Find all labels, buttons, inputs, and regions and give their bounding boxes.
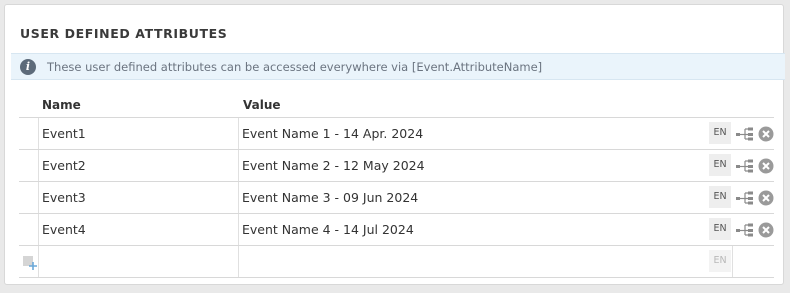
remove-circle-icon[interactable] — [758, 158, 774, 174]
name-text: Event4 — [42, 222, 86, 237]
language-button[interactable]: EN — [709, 154, 731, 176]
user-defined-attributes-panel: USER DEFINED ATTRIBUTES i These user def… — [4, 4, 785, 285]
info-banner: i These user defined attributes can be a… — [11, 53, 785, 80]
name-text: Event3 — [42, 190, 86, 205]
name-text: Event2 — [42, 158, 86, 173]
table-row: Event1 Event Name 1 - 14 Apr. 2024 EN — [19, 118, 774, 150]
value-cell[interactable]: Event Name 3 - 09 Jun 2024 — [239, 182, 707, 213]
remove-circle-icon[interactable] — [758, 222, 774, 238]
new-row: EN — [19, 246, 774, 278]
info-text: These user defined attributes can be acc… — [47, 60, 543, 74]
value-text: Event Name 4 - 14 Jul 2024 — [242, 222, 414, 237]
value-cell[interactable]: Event Name 4 - 14 Jul 2024 — [239, 214, 707, 245]
attributes-table: Name Value Event1 Event Name 1 - 14 Apr.… — [19, 95, 774, 278]
row-handle[interactable] — [19, 182, 39, 213]
remove-circle-icon[interactable] — [758, 190, 774, 206]
language-button[interactable]: EN — [709, 218, 731, 240]
row-handle[interactable] — [19, 150, 39, 181]
language-button[interactable]: EN — [709, 250, 731, 272]
remove-circle-icon[interactable] — [758, 126, 774, 142]
info-icon: i — [20, 59, 36, 75]
add-row-icon[interactable] — [22, 255, 38, 271]
row-handle[interactable] — [19, 214, 39, 245]
language-button[interactable]: EN — [709, 186, 731, 208]
tree-structure-icon[interactable] — [736, 223, 754, 237]
new-value-cell[interactable] — [239, 246, 707, 277]
table-header: Name Value — [19, 95, 774, 118]
column-header-value: Value — [243, 98, 281, 112]
section-title: USER DEFINED ATTRIBUTES — [20, 26, 228, 41]
tree-structure-icon[interactable] — [736, 159, 754, 173]
column-header-name: Name — [42, 98, 81, 112]
value-cell[interactable]: Event Name 2 - 12 May 2024 — [239, 150, 707, 181]
value-text: Event Name 2 - 12 May 2024 — [242, 158, 425, 173]
add-row-handle[interactable] — [19, 246, 39, 277]
value-text: Event Name 1 - 14 Apr. 2024 — [242, 126, 424, 141]
name-cell[interactable]: Event3 — [39, 182, 239, 213]
table-row: Event3 Event Name 3 - 09 Jun 2024 EN — [19, 182, 774, 214]
name-text: Event1 — [42, 126, 86, 141]
tree-structure-icon[interactable] — [736, 191, 754, 205]
name-cell[interactable]: Event1 — [39, 118, 239, 149]
row-handle[interactable] — [19, 118, 39, 149]
tree-structure-icon[interactable] — [736, 127, 754, 141]
name-cell[interactable]: Event2 — [39, 150, 239, 181]
name-cell[interactable]: Event4 — [39, 214, 239, 245]
new-name-cell[interactable] — [39, 246, 239, 277]
table-row: Event4 Event Name 4 - 14 Jul 2024 EN — [19, 214, 774, 246]
value-text: Event Name 3 - 09 Jun 2024 — [242, 190, 419, 205]
value-cell[interactable]: Event Name 1 - 14 Apr. 2024 — [239, 118, 707, 149]
language-button[interactable]: EN — [709, 122, 731, 144]
new-row-actions-cell — [732, 246, 775, 277]
table-row: Event2 Event Name 2 - 12 May 2024 EN — [19, 150, 774, 182]
